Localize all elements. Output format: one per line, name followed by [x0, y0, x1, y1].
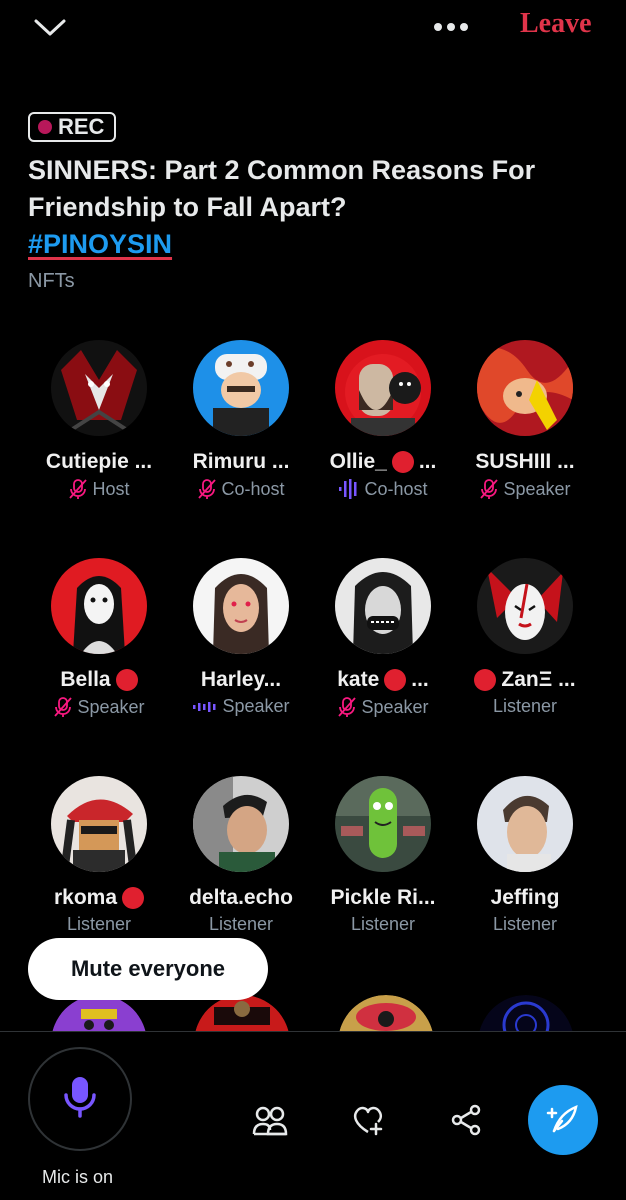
mic-status-label: Mic is on: [42, 1167, 114, 1187]
avatar: [477, 776, 573, 872]
participant-name: Pickle Ri...: [330, 886, 436, 909]
heart-plus-icon[interactable]: [348, 1100, 388, 1140]
participant[interactable]: Bella Speaker: [24, 558, 174, 718]
recording-badge: REC: [28, 112, 117, 142]
recording-label: REC: [58, 114, 105, 139]
top-bar: Leave: [0, 0, 626, 60]
partial-avatar: [338, 995, 434, 1031]
participant-name: Bella: [60, 668, 138, 692]
avatar: [335, 776, 431, 872]
space-topic[interactable]: NFTs: [28, 270, 75, 293]
avatar: [193, 558, 289, 654]
mute-everyone-button[interactable]: Mute everyone: [28, 938, 268, 1000]
avatar: [477, 340, 573, 436]
avatar: [51, 340, 147, 436]
participant-name: Cutiepie ...: [45, 450, 153, 473]
red-circle-emoji: [115, 669, 138, 691]
participant[interactable]: Jeffing Listener: [450, 776, 600, 935]
participant[interactable]: Harley... Speaker: [166, 558, 316, 717]
compose-feather-icon[interactable]: [528, 1085, 598, 1155]
microphone-icon: [63, 1075, 97, 1124]
participant-name: Jeffing: [490, 886, 560, 909]
space-title-text: SINNERS: Part 2 Common Reasons For Frien…: [28, 155, 536, 222]
red-circle-emoji: [391, 451, 414, 473]
participant-role: Listener: [66, 914, 132, 934]
participant[interactable]: delta.echo Listener: [166, 776, 316, 935]
speaking-wave-icon: [192, 700, 218, 714]
participant-name: ZanΞ ...: [474, 668, 576, 692]
mic-muted-icon: [53, 696, 73, 718]
collapse-chevron-down-icon[interactable]: [30, 10, 70, 46]
mic-muted-icon: [197, 478, 217, 500]
participant-name: kate...: [337, 668, 429, 691]
participant-role: Co-host: [197, 478, 285, 500]
participant-role: Listener: [350, 914, 416, 934]
red-circle-emoji: [122, 887, 145, 909]
participant-name: Harley...: [200, 668, 282, 691]
more-options-icon[interactable]: [426, 12, 476, 42]
space-hashtag[interactable]: #PINOYSIN: [28, 229, 172, 259]
avatar: [51, 558, 147, 654]
avatar: [193, 340, 289, 436]
participant[interactable]: ZanΞ ... Listener: [450, 558, 600, 717]
participant[interactable]: kate... Speaker: [308, 558, 458, 718]
red-circle-emoji: [384, 669, 407, 691]
red-circle-emoji: [474, 669, 497, 691]
mic-button[interactable]: [28, 1047, 132, 1151]
participant-role: Speaker: [479, 478, 571, 500]
share-icon[interactable]: [446, 1100, 486, 1140]
participant-role: Host: [68, 478, 130, 500]
avatar: [193, 776, 289, 872]
people-icon[interactable]: [250, 1100, 290, 1140]
participant[interactable]: Ollie_... Co-host: [308, 340, 458, 500]
avatar: [335, 558, 431, 654]
participant-name: rkoma: [54, 886, 145, 910]
participant[interactable]: Pickle Ri... Listener: [308, 776, 458, 935]
participant-role: Listener: [492, 914, 558, 934]
avatar: [51, 776, 147, 872]
participant-role: Speaker: [53, 696, 145, 718]
participant-role: Listener: [492, 696, 558, 716]
participant-role: Co-host: [338, 478, 428, 500]
mic-muted-icon: [337, 696, 357, 718]
space-title: SINNERS: Part 2 Common Reasons For Frien…: [28, 152, 588, 263]
participant-name: Rimuru ...: [192, 450, 290, 473]
bottom-bar: Mic is on: [0, 1031, 626, 1200]
participant[interactable]: Cutiepie ... Host: [24, 340, 174, 500]
participant-role: Listener: [208, 914, 274, 934]
participant-name: delta.echo: [189, 886, 293, 909]
partial-avatar: [478, 995, 574, 1031]
participant[interactable]: Rimuru ... Co-host: [166, 340, 316, 500]
participant[interactable]: rkoma Listener: [24, 776, 174, 935]
partial-avatar: [51, 995, 147, 1031]
mic-muted-icon: [68, 478, 88, 500]
participant-role: Speaker: [337, 696, 429, 718]
avatar: [477, 558, 573, 654]
participant[interactable]: SUSHIII ... Speaker: [450, 340, 600, 500]
mic-muted-icon: [479, 478, 499, 500]
participant-name: SUSHIII ...: [475, 450, 575, 473]
partial-avatar: [194, 995, 290, 1031]
avatar: [335, 340, 431, 436]
participant-role: Speaker: [192, 696, 290, 717]
participant-name: Ollie_...: [329, 450, 437, 473]
speaking-bars-icon: [338, 478, 360, 500]
recording-dot-icon: [38, 120, 52, 134]
leave-button[interactable]: Leave: [520, 8, 592, 40]
